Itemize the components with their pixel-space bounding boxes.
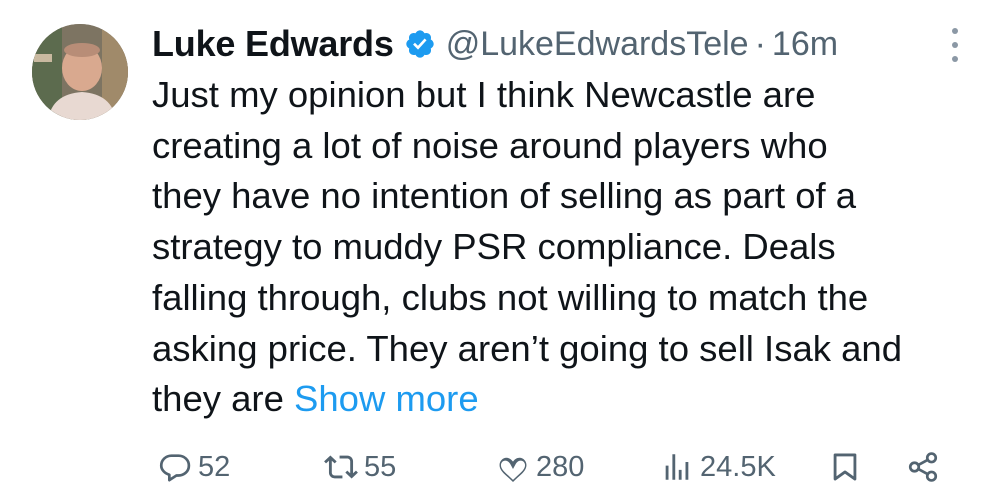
tweet-line-prefix: they are	[152, 378, 295, 420]
repost-button[interactable]: 55	[324, 450, 396, 484]
reply-icon	[158, 450, 192, 484]
views-count: 24.5K	[700, 450, 776, 483]
tweet-header: Luke Edwards @LukeEdwardsTele · 16m	[152, 18, 970, 70]
repost-icon	[324, 450, 358, 484]
share-button[interactable]	[906, 450, 940, 484]
tweet-text: Just my opinion but I think Newcastle ar…	[152, 70, 982, 425]
tweet-line: they have no intention of selling as par…	[152, 175, 857, 217]
separator-dot: ·	[754, 24, 766, 63]
show-more-link[interactable]: Show more	[294, 378, 479, 419]
tweet-line: asking price. They aren’t going to sell …	[152, 327, 903, 369]
more-options-icon[interactable]	[940, 28, 970, 62]
like-button[interactable]: 280	[496, 450, 584, 484]
avatar[interactable]	[32, 24, 128, 120]
views-button[interactable]: 24.5K	[660, 450, 776, 484]
bookmark-button[interactable]	[828, 450, 862, 484]
like-icon	[496, 450, 530, 484]
share-icon	[906, 450, 940, 484]
tweet-line: they are Show more	[152, 374, 982, 425]
avatar-image	[32, 24, 128, 120]
action-bar: 52 55 280 24.5K	[158, 446, 948, 486]
reply-button[interactable]: 52	[158, 450, 230, 484]
like-count: 280	[536, 450, 585, 483]
views-icon	[660, 450, 694, 484]
tweet-line: falling through, clubs not willing to ma…	[152, 276, 869, 318]
timestamp[interactable]: 16m	[772, 25, 838, 64]
tweet-line: Just my opinion but I think Newcastle ar…	[152, 74, 816, 115]
bookmark-icon	[828, 450, 862, 484]
tweet-line: strategy to muddy PSR compliance. Deals	[152, 226, 836, 268]
repost-count: 55	[364, 450, 397, 483]
author-handle[interactable]: @LukeEdwardsTele	[446, 25, 749, 64]
tweet-line: creating a lot of noise around players w…	[152, 124, 828, 166]
reply-count: 52	[198, 450, 231, 483]
author-name[interactable]: Luke Edwards	[152, 23, 394, 65]
verified-badge-icon	[404, 28, 436, 60]
